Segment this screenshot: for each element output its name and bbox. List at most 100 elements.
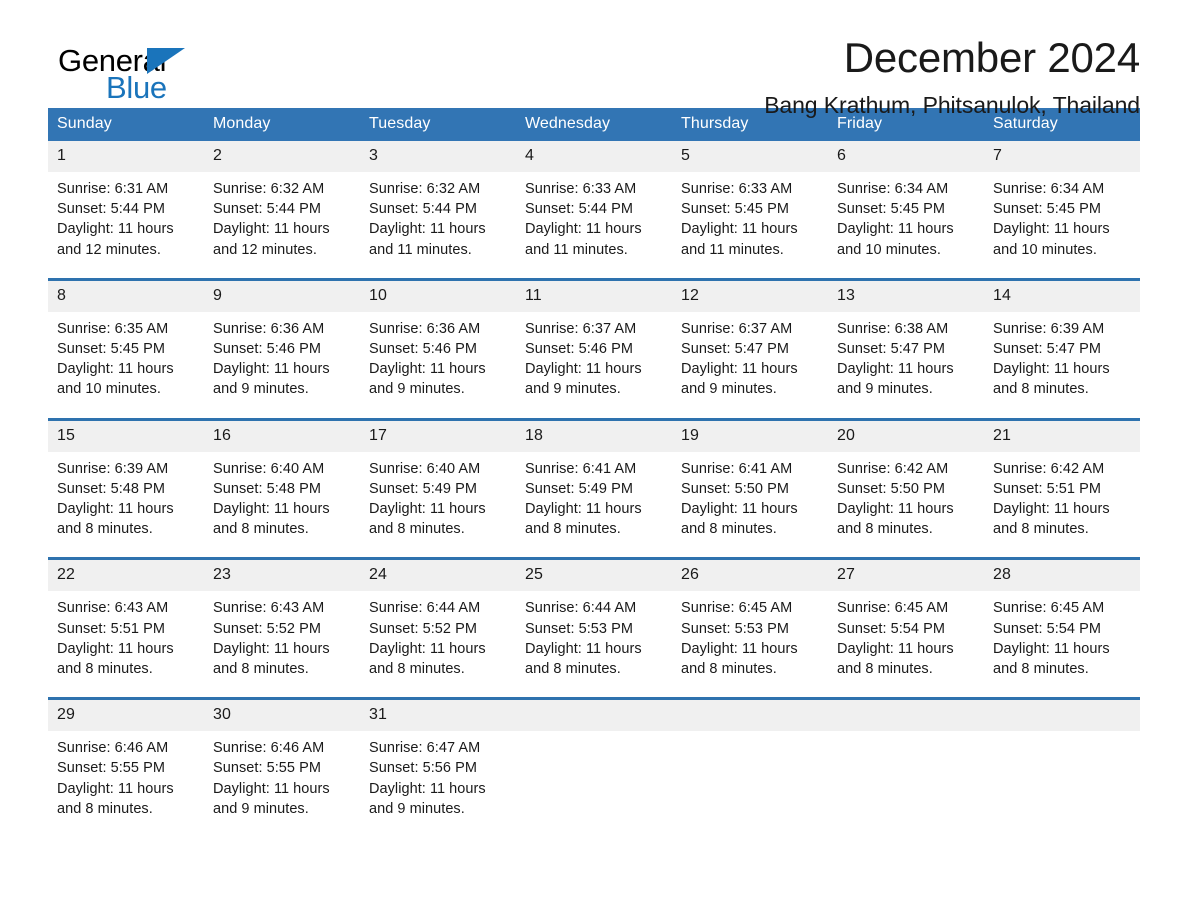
day-cell[interactable]: Sunrise: 6:32 AM Sunset: 5:44 PM Dayligh… bbox=[360, 172, 516, 264]
day-cell[interactable]: Sunrise: 6:36 AM Sunset: 5:46 PM Dayligh… bbox=[204, 311, 360, 404]
day-number[interactable]: 11 bbox=[516, 280, 672, 312]
sunrise-text: Sunrise: 6:44 AM bbox=[369, 600, 481, 617]
daylight-text-line1: Daylight: 11 hours bbox=[837, 361, 954, 378]
day-number[interactable]: 30 bbox=[204, 700, 360, 732]
day-number[interactable]: 16 bbox=[204, 420, 360, 452]
day-number[interactable]: 10 bbox=[360, 280, 516, 312]
day-number[interactable]: 31 bbox=[360, 700, 516, 732]
day-number[interactable]: 26 bbox=[672, 560, 828, 592]
daylight-text-line1: Daylight: 11 hours bbox=[57, 780, 174, 797]
sunrise-text: Sunrise: 6:46 AM bbox=[213, 740, 325, 757]
day-number[interactable]: 6 bbox=[828, 141, 984, 172]
sunset-text: Sunset: 5:49 PM bbox=[525, 480, 633, 497]
day-number[interactable]: 1 bbox=[48, 141, 204, 172]
day-cell[interactable]: Sunrise: 6:45 AM Sunset: 5:54 PM Dayligh… bbox=[828, 591, 984, 684]
sunset-text: Sunset: 5:55 PM bbox=[57, 760, 165, 777]
day-cell[interactable]: Sunrise: 6:33 AM Sunset: 5:44 PM Dayligh… bbox=[516, 172, 672, 264]
sunrise-text: Sunrise: 6:42 AM bbox=[837, 460, 949, 477]
daylight-text-line1: Daylight: 11 hours bbox=[681, 361, 798, 378]
daylight-text-line1: Daylight: 11 hours bbox=[837, 501, 954, 518]
daylight-text-line1: Daylight: 11 hours bbox=[681, 640, 798, 657]
day-number[interactable]: 24 bbox=[360, 560, 516, 592]
day-cell[interactable]: Sunrise: 6:33 AM Sunset: 5:45 PM Dayligh… bbox=[672, 172, 828, 264]
day-number[interactable]: 21 bbox=[984, 420, 1140, 452]
day-number[interactable]: 14 bbox=[984, 280, 1140, 312]
day-number[interactable]: 7 bbox=[984, 141, 1140, 172]
day-number[interactable]: 9 bbox=[204, 280, 360, 312]
day-cell[interactable]: Sunrise: 6:39 AM Sunset: 5:48 PM Dayligh… bbox=[48, 451, 204, 544]
day-number[interactable]: 3 bbox=[360, 141, 516, 172]
day-cell[interactable]: Sunrise: 6:43 AM Sunset: 5:51 PM Dayligh… bbox=[48, 591, 204, 684]
daylight-text-line1: Daylight: 11 hours bbox=[525, 221, 642, 238]
day-cell[interactable]: Sunrise: 6:40 AM Sunset: 5:49 PM Dayligh… bbox=[360, 451, 516, 544]
daylight-text-line1: Daylight: 11 hours bbox=[993, 640, 1110, 657]
day-cell[interactable]: Sunrise: 6:47 AM Sunset: 5:56 PM Dayligh… bbox=[360, 731, 516, 824]
day-cell[interactable]: Sunrise: 6:38 AM Sunset: 5:47 PM Dayligh… bbox=[828, 311, 984, 404]
day-number[interactable]: 13 bbox=[828, 280, 984, 312]
day-cell[interactable]: Sunrise: 6:32 AM Sunset: 5:44 PM Dayligh… bbox=[204, 172, 360, 264]
sunrise-text: Sunrise: 6:47 AM bbox=[369, 740, 481, 757]
day-number[interactable]: 29 bbox=[48, 700, 204, 732]
day-cell[interactable]: Sunrise: 6:34 AM Sunset: 5:45 PM Dayligh… bbox=[828, 172, 984, 264]
sunset-text: Sunset: 5:46 PM bbox=[369, 341, 477, 358]
day-cell[interactable]: Sunrise: 6:44 AM Sunset: 5:52 PM Dayligh… bbox=[360, 591, 516, 684]
day-number[interactable]: 4 bbox=[516, 141, 672, 172]
day-number[interactable]: 12 bbox=[672, 280, 828, 312]
sunrise-text: Sunrise: 6:45 AM bbox=[837, 600, 949, 617]
sunrise-text: Sunrise: 6:43 AM bbox=[213, 600, 325, 617]
daylight-text-line1: Daylight: 11 hours bbox=[369, 361, 486, 378]
daylight-text-line2: and 12 minutes. bbox=[213, 241, 317, 258]
day-cell[interactable]: Sunrise: 6:43 AM Sunset: 5:52 PM Dayligh… bbox=[204, 591, 360, 684]
day-cell[interactable]: Sunrise: 6:41 AM Sunset: 5:50 PM Dayligh… bbox=[672, 451, 828, 544]
day-cell[interactable]: Sunrise: 6:37 AM Sunset: 5:47 PM Dayligh… bbox=[672, 311, 828, 404]
daylight-text-line2: and 10 minutes. bbox=[57, 381, 161, 398]
daylight-text-line2: and 8 minutes. bbox=[681, 661, 777, 678]
day-number[interactable]: 5 bbox=[672, 141, 828, 172]
sunset-text: Sunset: 5:54 PM bbox=[993, 620, 1101, 637]
day-number[interactable]: 28 bbox=[984, 560, 1140, 592]
day-cell[interactable]: Sunrise: 6:46 AM Sunset: 5:55 PM Dayligh… bbox=[48, 731, 204, 824]
day-number[interactable]: 19 bbox=[672, 420, 828, 452]
day-cell[interactable]: Sunrise: 6:39 AM Sunset: 5:47 PM Dayligh… bbox=[984, 311, 1140, 404]
day-cell[interactable]: Sunrise: 6:42 AM Sunset: 5:50 PM Dayligh… bbox=[828, 451, 984, 544]
day-number[interactable]: 20 bbox=[828, 420, 984, 452]
daylight-text-line1: Daylight: 11 hours bbox=[837, 640, 954, 657]
sunrise-text: Sunrise: 6:40 AM bbox=[369, 460, 481, 477]
day-cell[interactable]: Sunrise: 6:31 AM Sunset: 5:44 PM Dayligh… bbox=[48, 172, 204, 264]
daylight-text-line1: Daylight: 11 hours bbox=[681, 221, 798, 238]
daylight-text-line1: Daylight: 11 hours bbox=[213, 640, 330, 657]
day-number[interactable]: 22 bbox=[48, 560, 204, 592]
day-cell[interactable]: Sunrise: 6:45 AM Sunset: 5:54 PM Dayligh… bbox=[984, 591, 1140, 684]
day-cell[interactable]: Sunrise: 6:35 AM Sunset: 5:45 PM Dayligh… bbox=[48, 311, 204, 404]
sunset-text: Sunset: 5:53 PM bbox=[681, 620, 789, 637]
sunset-text: Sunset: 5:46 PM bbox=[525, 341, 633, 358]
day-number[interactable]: 25 bbox=[516, 560, 672, 592]
day-cell[interactable]: Sunrise: 6:44 AM Sunset: 5:53 PM Dayligh… bbox=[516, 591, 672, 684]
day-cell[interactable]: Sunrise: 6:46 AM Sunset: 5:55 PM Dayligh… bbox=[204, 731, 360, 824]
daylight-text-line2: and 9 minutes. bbox=[213, 381, 309, 398]
day-cell[interactable]: Sunrise: 6:42 AM Sunset: 5:51 PM Dayligh… bbox=[984, 451, 1140, 544]
day-number[interactable]: 17 bbox=[360, 420, 516, 452]
sunrise-text: Sunrise: 6:45 AM bbox=[993, 600, 1105, 617]
sunset-text: Sunset: 5:54 PM bbox=[837, 620, 945, 637]
day-cell[interactable]: Sunrise: 6:36 AM Sunset: 5:46 PM Dayligh… bbox=[360, 311, 516, 404]
week-daynumber-row: 15 16 17 18 19 20 21 bbox=[48, 420, 1140, 452]
daylight-text-line2: and 8 minutes. bbox=[213, 661, 309, 678]
week-daynumber-row: 1 2 3 4 5 6 7 bbox=[48, 141, 1140, 172]
sunrise-text: Sunrise: 6:32 AM bbox=[213, 181, 325, 197]
day-cell[interactable]: Sunrise: 6:41 AM Sunset: 5:49 PM Dayligh… bbox=[516, 451, 672, 544]
day-cell[interactable]: Sunrise: 6:37 AM Sunset: 5:46 PM Dayligh… bbox=[516, 311, 672, 404]
daylight-text-line2: and 8 minutes. bbox=[57, 521, 153, 538]
day-number[interactable]: 18 bbox=[516, 420, 672, 452]
day-number[interactable]: 23 bbox=[204, 560, 360, 592]
day-cell[interactable]: Sunrise: 6:40 AM Sunset: 5:48 PM Dayligh… bbox=[204, 451, 360, 544]
day-cell[interactable]: Sunrise: 6:34 AM Sunset: 5:45 PM Dayligh… bbox=[984, 172, 1140, 264]
day-number[interactable]: 2 bbox=[204, 141, 360, 172]
day-number[interactable]: 27 bbox=[828, 560, 984, 592]
sunset-text: Sunset: 5:52 PM bbox=[369, 620, 477, 637]
daylight-text-line1: Daylight: 11 hours bbox=[57, 640, 174, 657]
day-cell[interactable]: Sunrise: 6:45 AM Sunset: 5:53 PM Dayligh… bbox=[672, 591, 828, 684]
day-number[interactable]: 8 bbox=[48, 280, 204, 312]
sunset-text: Sunset: 5:51 PM bbox=[57, 620, 165, 637]
day-number[interactable]: 15 bbox=[48, 420, 204, 452]
